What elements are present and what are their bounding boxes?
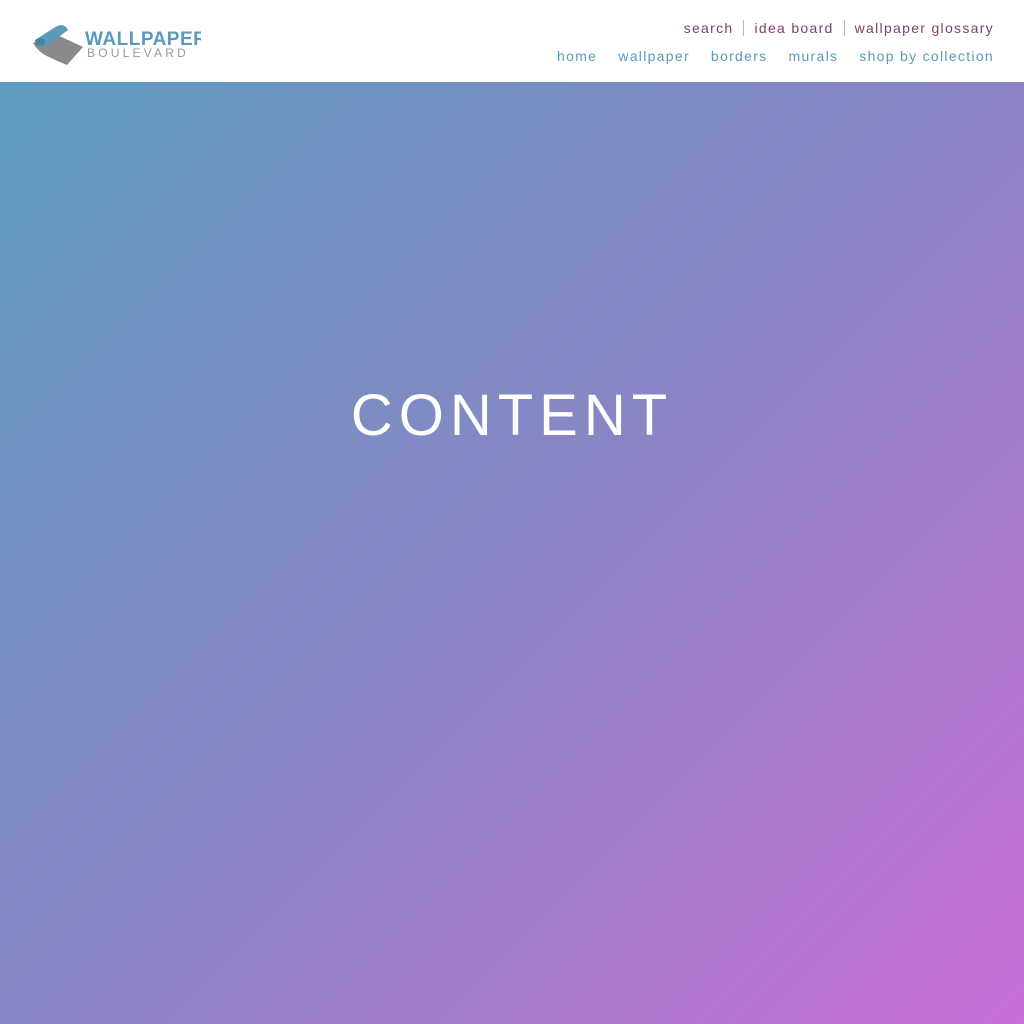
nav-shop-by-collection[interactable]: shop by collection [859,48,994,64]
nav-murals[interactable]: murals [788,48,838,64]
idea-board-link[interactable]: idea board [754,20,833,36]
nav-borders[interactable]: borders [711,48,768,64]
utility-nav: search idea board wallpaper glossary [684,18,994,38]
wallpaper-roll-icon: WALLPAPER BOULEVARD [33,25,201,65]
page: WALLPAPER BOULEVARD search idea board wa… [0,0,1024,1024]
divider [843,20,845,36]
hero-title: CONTENT [350,382,674,448]
nav-home[interactable]: home [557,48,597,64]
nav-wallpaper[interactable]: wallpaper [618,48,690,64]
hero-banner: CONTENT [0,82,1024,1024]
wallpaper-glossary-link[interactable]: wallpaper glossary [855,20,994,36]
site-header: WALLPAPER BOULEVARD search idea board wa… [0,0,1024,82]
logo-line2: BOULEVARD [87,46,189,60]
main-nav: home wallpaper borders murals shop by co… [557,46,994,66]
divider [743,20,745,36]
search-link[interactable]: search [684,20,734,36]
site-logo[interactable]: WALLPAPER BOULEVARD [31,21,201,67]
